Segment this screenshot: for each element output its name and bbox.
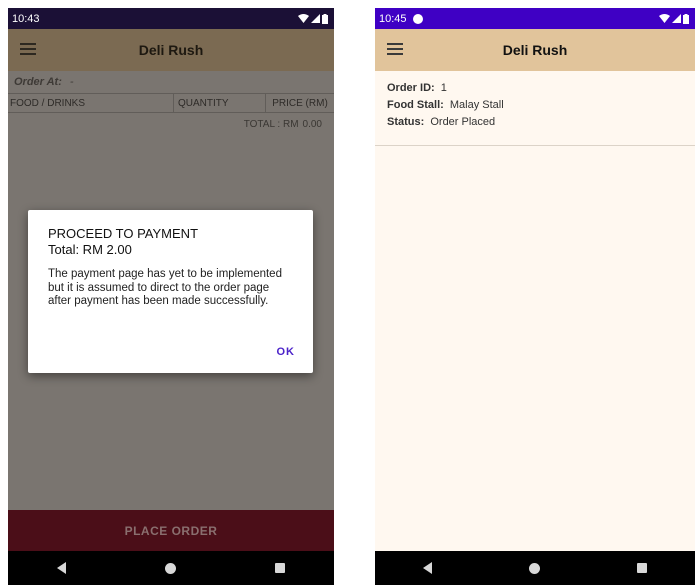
app-title: Deli Rush <box>138 42 204 58</box>
navigation-bar <box>8 551 334 585</box>
wifi-icon <box>298 14 309 23</box>
status-bar: 10:43 <box>8 8 334 29</box>
app-bar: Deli Rush <box>375 29 695 71</box>
food-stall-label: Food Stall: <box>387 99 444 111</box>
back-icon[interactable] <box>423 562 433 574</box>
recents-icon[interactable] <box>636 563 647 573</box>
home-icon[interactable] <box>164 562 176 574</box>
right-phone-screen: 10:45 Deli Rush Order ID: 1 Food Stall: … <box>375 8 695 585</box>
status-label: Status: <box>387 116 425 128</box>
recents-icon[interactable] <box>274 563 285 573</box>
status-icons <box>298 13 328 24</box>
status-left: 10:45 <box>379 13 423 25</box>
food-stall-line: Food Stall: Malay Stall <box>387 97 683 114</box>
home-icon[interactable] <box>528 562 540 574</box>
order-at-row: Order At: - <box>8 71 334 93</box>
order-id-value: 1 <box>440 82 447 94</box>
notification-dot-icon <box>412 13 423 24</box>
menu-icon[interactable] <box>387 43 403 55</box>
battery-icon <box>322 13 328 24</box>
menu-icon[interactable] <box>20 43 36 55</box>
order-table-header: FOOD / DRINKS QUANTITY PRICE (RM) <box>8 93 334 113</box>
app-bar: Deli Rush <box>8 29 334 71</box>
total-amount: 0.00 <box>302 118 322 130</box>
dialog-ok-button[interactable]: OK <box>277 346 296 358</box>
order-at-value: - <box>69 76 74 88</box>
status-bar: 10:45 <box>375 8 695 29</box>
total-row: TOTAL : RM 0.00 <box>8 113 334 135</box>
status-line: Status: Order Placed <box>387 114 683 131</box>
header-price: PRICE (RM) <box>272 97 328 109</box>
status-value: Order Placed <box>430 116 496 128</box>
signal-icon <box>672 14 681 23</box>
dialog-title: PROCEED TO PAYMENT <box>48 226 199 241</box>
header-food-drinks: FOOD / DRINKS <box>8 94 174 112</box>
navigation-bar <box>375 551 695 585</box>
header-quantity: QUANTITY <box>174 94 266 112</box>
food-stall-value: Malay Stall <box>449 99 504 111</box>
battery-icon <box>683 13 689 24</box>
back-icon[interactable] <box>57 562 67 574</box>
total-label: TOTAL : RM <box>243 118 299 130</box>
payment-dialog: PROCEED TO PAYMENT Total: RM 2.00 The pa… <box>28 210 313 373</box>
order-at-label: Order At: <box>14 76 62 88</box>
status-time: 10:45 <box>379 12 407 25</box>
status-icons <box>659 13 689 24</box>
dialog-total: Total: RM 2.00 <box>48 242 132 257</box>
dialog-message: The payment page has yet to be implement… <box>48 268 282 307</box>
status-time: 10:43 <box>12 12 40 25</box>
wifi-icon <box>659 14 670 23</box>
order-id-line: Order ID: 1 <box>387 80 683 97</box>
app-title: Deli Rush <box>502 42 568 58</box>
left-phone-screen: 10:43 Deli Rush Order At: - FOOD / DRINK… <box>8 8 334 585</box>
signal-icon <box>311 14 320 23</box>
order-card[interactable]: Order ID: 1 Food Stall: Malay Stall Stat… <box>375 71 695 146</box>
place-order-button[interactable]: PLACE ORDER <box>8 510 334 551</box>
order-id-label: Order ID: <box>387 82 435 94</box>
